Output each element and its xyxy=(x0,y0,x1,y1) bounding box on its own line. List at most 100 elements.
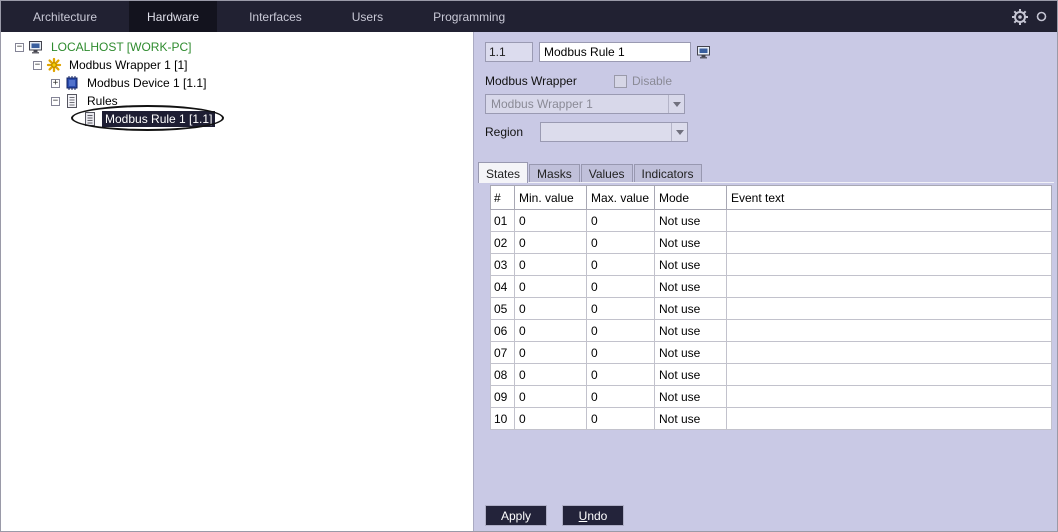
wrapper-dropdown[interactable]: Modbus Wrapper 1 xyxy=(485,94,685,114)
tree-item[interactable]: +Modbus Device 1 [1.1] xyxy=(1,74,473,92)
event-text-cell[interactable] xyxy=(727,386,1052,408)
topbar: Architecture Hardware Interfaces Users Progr… xyxy=(1,1,1057,32)
event-text-cell[interactable] xyxy=(727,408,1052,430)
tree-item-label: LOCALHOST [WORK-PC] xyxy=(48,39,194,55)
event-text-cell[interactable] xyxy=(727,276,1052,298)
mode-cell[interactable]: Not use xyxy=(655,408,727,430)
min-value-cell[interactable]: 0 xyxy=(515,408,587,430)
min-value-cell[interactable]: 0 xyxy=(515,386,587,408)
tree-item[interactable]: Modbus Rule 1 [1.1] xyxy=(1,110,473,128)
mode-cell[interactable]: Not use xyxy=(655,364,727,386)
table-row[interactable]: 0800Not use xyxy=(491,364,1052,386)
states-table: #Min. valueMax. valueModeEvent text 0100… xyxy=(490,185,1052,430)
tab-indicators[interactable]: Indicators xyxy=(634,164,702,182)
mode-cell[interactable]: Not use xyxy=(655,386,727,408)
min-value-cell[interactable]: 0 xyxy=(515,254,587,276)
max-value-cell[interactable]: 0 xyxy=(587,276,655,298)
row-number[interactable]: 05 xyxy=(491,298,515,320)
tree-item[interactable]: − LOCALHOST [WORK-PC] xyxy=(1,38,473,56)
table-row[interactable]: 0400Not use xyxy=(491,276,1052,298)
undo-button[interactable]: Undo xyxy=(562,505,624,526)
column-header: Max. value xyxy=(587,186,655,210)
mode-cell[interactable]: Not use xyxy=(655,232,727,254)
object-id-field[interactable] xyxy=(485,42,533,62)
table-row[interactable]: 0700Not use xyxy=(491,342,1052,364)
column-header: Mode xyxy=(655,186,727,210)
mode-cell[interactable]: Not use xyxy=(655,210,727,232)
row-number[interactable]: 03 xyxy=(491,254,515,276)
row-number[interactable]: 01 xyxy=(491,210,515,232)
object-name-field[interactable] xyxy=(539,42,691,62)
row-number[interactable]: 10 xyxy=(491,408,515,430)
event-text-cell[interactable] xyxy=(727,254,1052,276)
chevron-down-icon xyxy=(671,123,687,141)
gear-icon[interactable] xyxy=(1011,8,1029,26)
topbar-tab-hardware[interactable]: Hardware xyxy=(129,1,217,32)
row-number[interactable]: 09 xyxy=(491,386,515,408)
tab-masks[interactable]: Masks xyxy=(529,164,580,182)
min-value-cell[interactable]: 0 xyxy=(515,298,587,320)
settings-panel: Modbus Wrapper Disable Modbus Wrapper 1 … xyxy=(473,32,1057,531)
table-row[interactable]: 0500Not use xyxy=(491,298,1052,320)
states-table-body: 0100Not use0200Not use0300Not use0400Not… xyxy=(491,210,1052,430)
table-row[interactable]: 0600Not use xyxy=(491,320,1052,342)
event-text-cell[interactable] xyxy=(727,342,1052,364)
table-row[interactable]: 0300Not use xyxy=(491,254,1052,276)
max-value-cell[interactable]: 0 xyxy=(587,408,655,430)
mode-cell[interactable]: Not use xyxy=(655,298,727,320)
tab-values[interactable]: Values xyxy=(581,164,633,182)
max-value-cell[interactable]: 0 xyxy=(587,320,655,342)
row-number[interactable]: 02 xyxy=(491,232,515,254)
table-row[interactable]: 0900Not use xyxy=(491,386,1052,408)
mode-cell[interactable]: Not use xyxy=(655,276,727,298)
table-row[interactable]: 0200Not use xyxy=(491,232,1052,254)
min-value-cell[interactable]: 0 xyxy=(515,232,587,254)
min-value-cell[interactable]: 0 xyxy=(515,320,587,342)
expand-icon[interactable]: + xyxy=(51,79,60,88)
rule-object-icon xyxy=(696,44,712,60)
collapse-icon[interactable]: − xyxy=(51,97,60,106)
min-value-cell[interactable]: 0 xyxy=(515,276,587,298)
row-number[interactable]: 06 xyxy=(491,320,515,342)
topbar-tab-programming[interactable]: Programming xyxy=(415,1,523,32)
circle-icon[interactable] xyxy=(1036,11,1047,22)
max-value-cell[interactable]: 0 xyxy=(587,364,655,386)
event-text-cell[interactable] xyxy=(727,320,1052,342)
event-text-cell[interactable] xyxy=(727,298,1052,320)
wrapper-icon xyxy=(46,57,62,73)
topbar-tab-interfaces[interactable]: Interfaces xyxy=(231,1,320,32)
column-header: Min. value xyxy=(515,186,587,210)
mode-cell[interactable]: Not use xyxy=(655,342,727,364)
topbar-tab-users[interactable]: Users xyxy=(334,1,401,32)
collapse-icon[interactable]: − xyxy=(15,43,24,52)
row-number[interactable]: 08 xyxy=(491,364,515,386)
table-row[interactable]: 0100Not use xyxy=(491,210,1052,232)
event-text-cell[interactable] xyxy=(727,364,1052,386)
topbar-icons xyxy=(1011,1,1057,32)
region-dropdown[interactable] xyxy=(540,122,688,142)
topbar-tab-architecture[interactable]: Architecture xyxy=(15,1,115,32)
min-value-cell[interactable]: 0 xyxy=(515,342,587,364)
event-text-cell[interactable] xyxy=(727,210,1052,232)
max-value-cell[interactable]: 0 xyxy=(587,342,655,364)
max-value-cell[interactable]: 0 xyxy=(587,386,655,408)
apply-button[interactable]: Apply xyxy=(485,505,547,526)
min-value-cell[interactable]: 0 xyxy=(515,210,587,232)
collapse-icon[interactable]: − xyxy=(33,61,42,70)
max-value-cell[interactable]: 0 xyxy=(587,298,655,320)
max-value-cell[interactable]: 0 xyxy=(587,254,655,276)
tree-item[interactable]: −Rules xyxy=(1,92,473,110)
max-value-cell[interactable]: 0 xyxy=(587,210,655,232)
tree-item[interactable]: −Modbus Wrapper 1 [1] xyxy=(1,56,473,74)
table-row[interactable]: 1000Not use xyxy=(491,408,1052,430)
tab-states[interactable]: States xyxy=(478,162,528,183)
topbar-tabs: Architecture Hardware Interfaces Users Progr… xyxy=(1,1,523,32)
event-text-cell[interactable] xyxy=(727,232,1052,254)
mode-cell[interactable]: Not use xyxy=(655,254,727,276)
row-number[interactable]: 04 xyxy=(491,276,515,298)
mode-cell[interactable]: Not use xyxy=(655,320,727,342)
disable-checkbox[interactable] xyxy=(614,75,627,88)
row-number[interactable]: 07 xyxy=(491,342,515,364)
min-value-cell[interactable]: 0 xyxy=(515,364,587,386)
max-value-cell[interactable]: 0 xyxy=(587,232,655,254)
